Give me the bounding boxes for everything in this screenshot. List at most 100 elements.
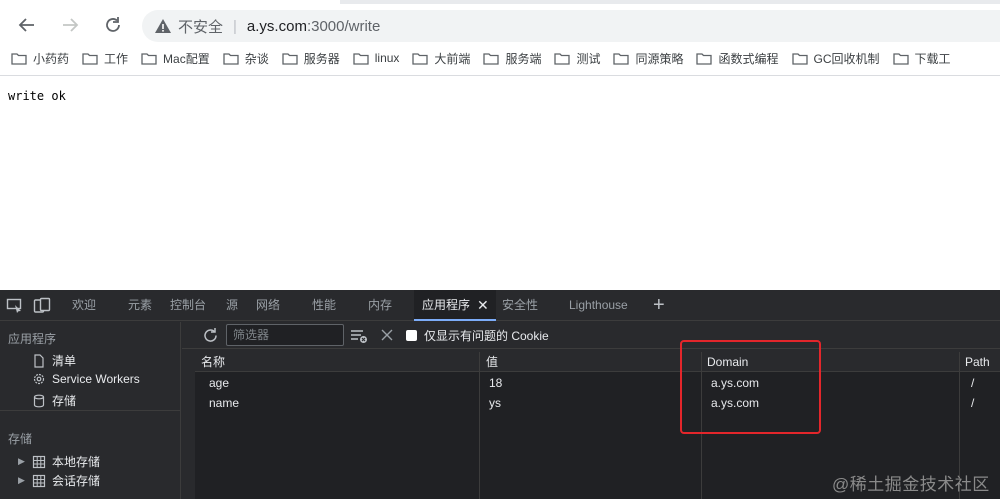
sidebar-item-storage[interactable]: 存储 xyxy=(32,392,76,409)
navigation-bar: 不安全 | a.ys.com :3000/write xyxy=(0,4,1000,44)
gear-icon xyxy=(33,373,45,385)
warning-icon xyxy=(155,19,171,33)
expand-arrow-icon[interactable]: ▶ xyxy=(18,456,28,467)
bookmarks-bar: 小药药 工作 Mac配置 杂谈 服务器 linux 大前端 服务端 测试 同源策略 函数式编程 GC回… xyxy=(0,44,1000,72)
sidebar-item-label: 会话存储 xyxy=(52,474,101,488)
page-content: write ok xyxy=(0,76,1000,290)
bookmark-label: GC回收机制 xyxy=(813,51,880,66)
folder-icon xyxy=(613,52,630,65)
application-sidebar: 应用程序 清单 Service Workers 存储 存储 ▶ 本地存储 ▶ 会… xyxy=(0,322,181,499)
device-toolbar-icon[interactable] xyxy=(33,297,51,314)
bookmark-item[interactable]: linux xyxy=(353,51,400,65)
folder-icon xyxy=(82,52,98,65)
grid-icon xyxy=(32,455,46,468)
tab-security[interactable]: 安全性 xyxy=(502,290,538,321)
page-text: write ok xyxy=(8,89,66,103)
folder-icon xyxy=(791,52,808,65)
bookmark-item[interactable]: GC回收机制 xyxy=(791,50,880,67)
bookmark-item[interactable]: 下载工 xyxy=(892,50,951,67)
cookie-name-cell: name xyxy=(209,396,240,410)
tab-network[interactable]: 网络 xyxy=(256,290,280,321)
bookmark-item[interactable]: 工作 xyxy=(82,50,128,67)
bookmark-item[interactable]: 小药药 xyxy=(11,50,69,67)
folder-icon xyxy=(282,52,298,65)
bookmark-label: 工作 xyxy=(104,51,129,66)
folder-icon xyxy=(892,52,909,65)
bookmark-item[interactable]: 服务端 xyxy=(483,50,541,67)
bookmark-item[interactable]: 大前端 xyxy=(412,50,470,67)
tab-performance[interactable]: 性能 xyxy=(312,290,336,321)
sidebar-item-session-storage[interactable]: ▶ 会话存储 xyxy=(18,472,100,489)
cookie-toolbar: 仅显示有问题的 Cookie xyxy=(182,322,1000,349)
bookmark-label: 小药药 xyxy=(33,51,70,66)
bookmark-label: Mac配置 xyxy=(163,51,210,66)
filter-input[interactable] xyxy=(226,324,344,346)
bookmark-item[interactable]: 函数式编程 xyxy=(696,50,779,67)
bookmark-label: 杂谈 xyxy=(244,51,269,66)
only-issues-checkbox[interactable] xyxy=(406,330,417,341)
folder-icon xyxy=(696,52,713,65)
bookmark-item[interactable]: Mac配置 xyxy=(141,50,210,67)
sidebar-item-service-workers[interactable]: Service Workers xyxy=(32,372,140,386)
tab-welcome[interactable]: 欢迎 xyxy=(72,290,96,321)
sidebar-item-label: 本地存储 xyxy=(52,455,101,469)
bookmark-item[interactable]: 杂谈 xyxy=(223,50,269,67)
domain-highlight-annotation xyxy=(680,340,821,434)
database-icon xyxy=(33,394,45,407)
url-path: :3000/write xyxy=(306,17,381,35)
column-header-value[interactable]: 值 xyxy=(480,352,701,372)
sidebar-item-manifest[interactable]: 清单 xyxy=(32,352,76,369)
folder-icon xyxy=(554,52,571,65)
reload-button[interactable] xyxy=(98,10,128,40)
tab-console[interactable]: 控制台 xyxy=(170,290,206,321)
folder-icon xyxy=(353,52,369,65)
bookmark-label: 函数式编程 xyxy=(718,51,779,66)
reload-icon xyxy=(106,17,120,32)
arrow-left-icon xyxy=(18,18,34,32)
tab-memory[interactable]: 内存 xyxy=(368,290,392,321)
forward-button[interactable] xyxy=(55,10,85,40)
bookmark-label: linux xyxy=(374,51,400,65)
url-host: a.ys.com xyxy=(246,17,307,35)
tab-application-label: 应用程序 xyxy=(422,298,471,312)
clear-filtered-icon[interactable] xyxy=(350,328,368,344)
bookmark-item[interactable]: 同源策略 xyxy=(613,50,683,67)
folder-icon xyxy=(412,52,429,65)
expand-arrow-icon[interactable]: ▶ xyxy=(18,475,28,486)
bookmark-item[interactable]: 服务器 xyxy=(282,50,340,67)
divider xyxy=(0,410,181,411)
bookmark-label: 下载工 xyxy=(914,51,951,66)
only-issues-label: 仅显示有问题的 Cookie xyxy=(424,329,549,343)
sidebar-item-label: 存储 xyxy=(52,394,77,408)
browser-chrome: 不安全 | a.ys.com :3000/write 小药药 工作 Mac配置 杂谈 服… xyxy=(0,0,1000,76)
folder-icon xyxy=(223,52,239,65)
bookmark-label: 大前端 xyxy=(434,51,471,66)
bookmark-label: 服务器 xyxy=(303,51,340,66)
address-bar[interactable]: 不安全 | a.ys.com :3000/write xyxy=(142,10,1000,42)
devtools-tab-bar: 欢迎 元素 控制台 源 网络 性能 内存 应用程序 ✕ 安全性 Lighthou… xyxy=(0,290,1000,321)
folder-icon xyxy=(483,52,500,65)
document-icon xyxy=(34,353,44,368)
arrow-right-icon xyxy=(63,18,79,32)
back-button[interactable] xyxy=(12,10,42,40)
column-header-path[interactable]: Path xyxy=(959,352,1000,372)
cookie-name-cell: age xyxy=(209,376,230,390)
add-tab-icon[interactable]: + xyxy=(653,290,665,321)
tab-lighthouse[interactable]: Lighthouse xyxy=(569,290,628,321)
tab-sources[interactable]: 源 xyxy=(226,290,238,321)
watermark: @稀土掘金技术社区 xyxy=(832,475,990,494)
inspect-icon[interactable] xyxy=(6,297,24,314)
url-separator: | xyxy=(233,17,237,35)
bookmark-item[interactable]: 测试 xyxy=(554,50,600,67)
refresh-icon[interactable] xyxy=(202,327,219,344)
bookmark-label: 服务端 xyxy=(505,51,542,66)
grid-icon xyxy=(32,474,46,487)
sidebar-item-label: 清单 xyxy=(52,354,77,368)
column-header-name[interactable]: 名称 xyxy=(195,352,480,372)
clear-all-icon[interactable] xyxy=(380,328,394,342)
close-tab-icon[interactable]: ✕ xyxy=(477,290,489,321)
cookie-path-cell: / xyxy=(971,376,975,390)
sidebar-item-local-storage[interactable]: ▶ 本地存储 xyxy=(18,453,100,470)
folder-icon xyxy=(11,52,27,65)
tab-elements[interactable]: 元素 xyxy=(128,290,152,321)
